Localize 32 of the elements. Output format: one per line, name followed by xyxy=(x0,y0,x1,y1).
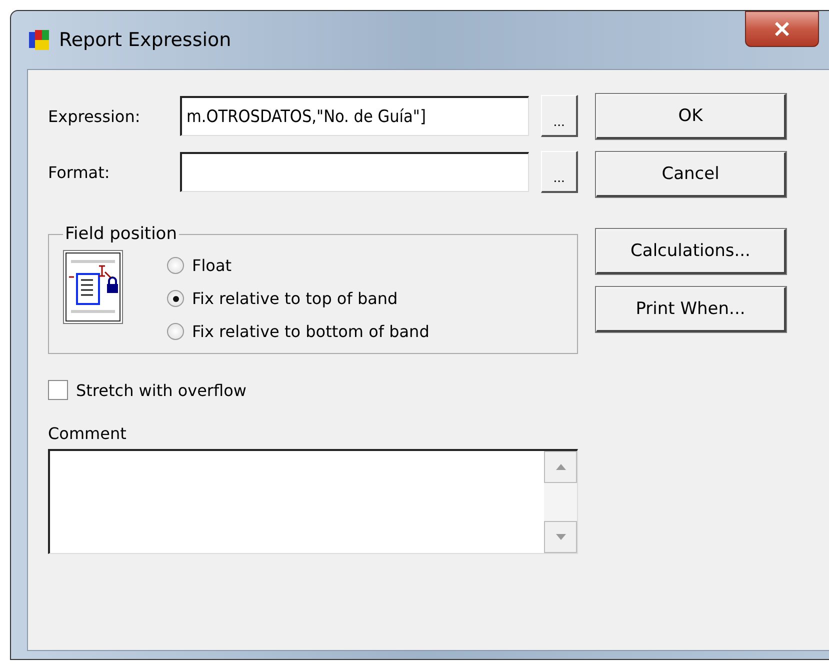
comment-label: Comment xyxy=(48,424,128,443)
checkbox[interactable] xyxy=(48,380,68,400)
scrollbar[interactable] xyxy=(544,451,577,553)
window-title: Report Expression xyxy=(59,29,232,51)
radio-label: Fix relative to bottom of band xyxy=(192,322,430,341)
position-icon xyxy=(63,250,123,324)
radio-button[interactable] xyxy=(167,290,184,307)
scroll-down-button[interactable] xyxy=(544,521,577,553)
app-icon xyxy=(27,28,51,52)
radio-button[interactable] xyxy=(167,323,184,340)
input-field[interactable] xyxy=(180,152,530,192)
group-title: Field position xyxy=(64,224,178,244)
down-icon xyxy=(556,534,566,540)
comment-field[interactable] xyxy=(48,449,578,554)
up-icon xyxy=(556,464,566,470)
dialog-button[interactable]: Calculations... xyxy=(596,229,786,274)
input-field[interactable]: m.OTROSDATOS,"No. de Guía"] xyxy=(180,96,530,136)
radio-label: Fix relative to top of band xyxy=(192,289,398,308)
field-label: Expression: xyxy=(48,106,142,126)
close-icon xyxy=(774,22,790,36)
stretch-checkbox-row[interactable]: Stretch with overflow xyxy=(48,380,578,400)
radio-button[interactable] xyxy=(167,257,184,274)
radio-label: Float xyxy=(192,256,232,275)
scroll-up-button[interactable] xyxy=(544,451,577,483)
dialog-button[interactable]: Print When... xyxy=(596,287,786,332)
browse-button[interactable]: ... xyxy=(541,95,578,137)
browse-button[interactable]: ... xyxy=(541,151,578,193)
close-button[interactable] xyxy=(745,11,819,47)
dialog-button[interactable]: OK xyxy=(596,94,786,139)
checkbox-label: Stretch with overflow xyxy=(76,380,246,400)
field-label: Format: xyxy=(48,162,111,182)
dialog-button[interactable]: Cancel xyxy=(596,152,786,197)
